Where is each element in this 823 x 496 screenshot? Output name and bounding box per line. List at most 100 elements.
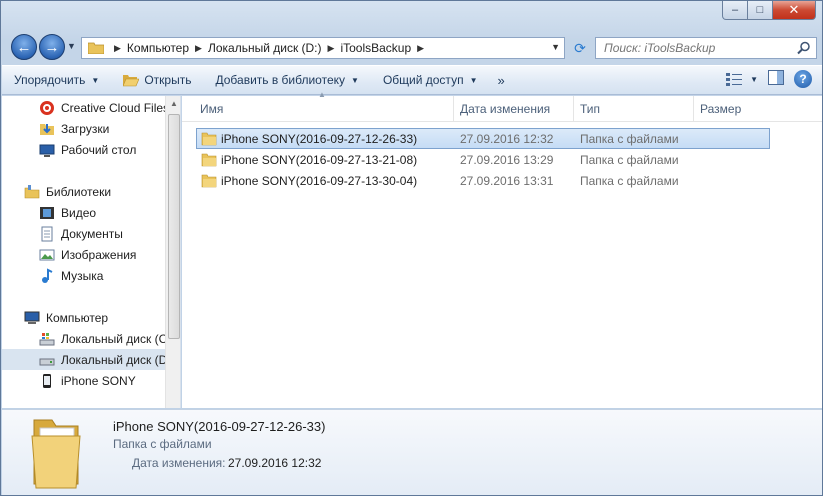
nav-item-documents[interactable]: Документы (2, 223, 165, 244)
details-date: 27.09.2016 12:32 (228, 456, 322, 470)
nav-item-drive-d[interactable]: Локальный диск (D:) (2, 349, 165, 370)
navigation-pane: Creative Cloud Files Загрузки Рабочий ст… (2, 96, 181, 408)
nav-item-label: Локальный диск (C:) (61, 331, 165, 346)
nav-item-label: Документы (61, 226, 123, 241)
details-date-label: Дата изменения: (132, 456, 226, 470)
column-header-size[interactable]: Размер (694, 96, 774, 122)
open-label: Открыть (144, 73, 192, 87)
chevron-down-icon: ▼ (91, 75, 100, 85)
share-menu[interactable]: Общий доступ ▼ (371, 66, 490, 94)
more-commands-button[interactable]: » (489, 73, 512, 88)
nav-item-iphone[interactable]: iPhone SONY (2, 370, 165, 391)
nav-item-label: Библиотеки (46, 184, 112, 199)
arrow-left-icon: ← (16, 38, 32, 56)
column-header-name[interactable]: Имя (194, 96, 454, 122)
search-box[interactable] (595, 37, 817, 59)
command-bar: Упорядочить ▼ Открыть Добавить в библиот… (2, 65, 822, 95)
nav-item-pictures[interactable]: Изображения (2, 244, 165, 265)
search-input[interactable] (596, 38, 786, 58)
creative-cloud-icon (40, 100, 54, 115)
nav-scrollbar[interactable]: ▲ (165, 96, 180, 408)
details-name: iPhone SONY(2016-09-27-12-26-33) (113, 419, 326, 434)
nav-item-downloads[interactable]: Загрузки (2, 118, 165, 139)
folder-open-icon (123, 74, 140, 86)
file-type: Папка с файлами (580, 153, 679, 167)
nav-item-desktop[interactable]: Рабочий стол (2, 139, 165, 160)
back-button[interactable]: ← (11, 34, 37, 60)
refresh-button[interactable]: ⟳ (569, 37, 591, 59)
add-to-library-label: Добавить в библиотеку (215, 73, 346, 87)
pictures-icon (39, 249, 55, 260)
file-name: iPhone SONY(2016-09-27-13-21-08) (221, 153, 418, 167)
add-to-library-menu[interactable]: Добавить в библиотеку ▼ (203, 66, 370, 94)
forward-button[interactable]: → (39, 34, 65, 60)
breadcrumb-separator[interactable]: ▶ (417, 43, 424, 54)
file-row[interactable]: iPhone SONY(2016-09-27-12-26-33) 27.09.2… (196, 128, 770, 149)
music-icon (42, 267, 53, 283)
minimize-button[interactable]: ‒ (722, 1, 748, 20)
column-headers: ▲ Имя Дата изменения Тип Размер (182, 90, 822, 122)
breadcrumb-separator[interactable]: ▶ (195, 43, 202, 54)
nav-item-drive-c[interactable]: Локальный диск (C:) (2, 328, 165, 349)
iphone-icon (43, 373, 51, 388)
refresh-icon: ⟳ (574, 39, 586, 56)
file-date: 27.09.2016 13:29 (460, 153, 554, 167)
drive-d-icon (39, 358, 55, 365)
nav-item-creative-cloud[interactable]: Creative Cloud Files (2, 97, 165, 118)
change-view-button[interactable]: ▼ (726, 72, 758, 86)
arrow-right-icon: → (44, 38, 60, 56)
documents-icon (41, 226, 53, 241)
open-button[interactable]: Открыть (111, 66, 203, 94)
breadcrumb-separator[interactable]: ▶ (328, 43, 335, 54)
organize-menu[interactable]: Упорядочить ▼ (2, 66, 111, 94)
close-button[interactable]: ✕ (773, 1, 816, 20)
breadcrumb-itoolsbackup[interactable]: iToolsBackup (340, 41, 411, 55)
share-label: Общий доступ (382, 73, 464, 87)
breadcrumb-separator[interactable]: ▶ (114, 43, 121, 54)
folder-icon (201, 174, 217, 187)
nav-item-music[interactable]: Музыка (2, 265, 165, 286)
preview-pane-icon (768, 70, 784, 85)
recent-pages-button[interactable]: ▼ (67, 41, 76, 51)
scroll-up-icon[interactable]: ▲ (170, 99, 178, 108)
desktop-icon (39, 144, 55, 157)
file-list: ▲ Имя Дата изменения Тип Размер iPhone S… (182, 90, 822, 408)
help-icon[interactable]: ? (794, 70, 812, 88)
nav-item-label: Локальный диск (D:) (61, 352, 165, 367)
chevron-down-icon: ▼ (351, 75, 359, 85)
folder-icon (201, 153, 217, 166)
drive-c-icon (39, 332, 55, 345)
nav-item-video[interactable]: Видео (2, 202, 165, 223)
folder-large-icon (31, 419, 81, 489)
navigation-bar: ← → ▼ ▶ Компьютер ▶ Локальный диск (D:) … (9, 31, 817, 61)
downloads-icon (40, 123, 54, 135)
nav-item-label: Изображения (61, 247, 137, 262)
file-row[interactable]: iPhone SONY(2016-09-27-13-30-04) 27.09.2… (196, 170, 770, 191)
address-dropdown-icon[interactable]: ▼ (551, 42, 560, 52)
chevron-down-icon: ▼ (750, 74, 758, 84)
nav-item-label: Загрузки (61, 121, 110, 136)
preview-pane-button[interactable] (768, 70, 784, 88)
column-header-date[interactable]: Дата изменения (454, 96, 574, 122)
breadcrumb-drive-d[interactable]: Локальный диск (D:) (208, 41, 322, 55)
nav-scroll-thumb[interactable] (168, 114, 180, 339)
nav-item-label: Музыка (61, 268, 104, 283)
nav-item-libraries[interactable]: Библиотеки (2, 181, 165, 202)
chevron-down-icon: ▼ (469, 75, 478, 85)
maximize-button[interactable]: □ (748, 1, 773, 20)
folder-icon (88, 42, 104, 54)
nav-item-label: Компьютер (46, 310, 109, 325)
nav-item-computer[interactable]: Компьютер (2, 307, 165, 328)
file-row[interactable]: iPhone SONY(2016-09-27-13-21-08) 27.09.2… (196, 149, 770, 170)
details-pane: iPhone SONY(2016-09-27-12-26-33) Папка с… (2, 409, 822, 495)
details-type: Папка с файлами (113, 437, 212, 451)
address-bar[interactable]: ▶ Компьютер ▶ Локальный диск (D:) ▶ iToo… (81, 37, 565, 59)
libraries-icon (24, 184, 40, 198)
file-name: iPhone SONY(2016-09-27-12-26-33) (221, 132, 418, 146)
breadcrumb-computer[interactable]: Компьютер (127, 41, 189, 55)
nav-item-label: Видео (61, 205, 97, 220)
search-icon[interactable] (797, 41, 811, 55)
nav-item-label: Рабочий стол (61, 142, 137, 157)
file-name: iPhone SONY(2016-09-27-13-30-04) (221, 174, 418, 188)
column-header-type[interactable]: Тип (574, 96, 694, 122)
